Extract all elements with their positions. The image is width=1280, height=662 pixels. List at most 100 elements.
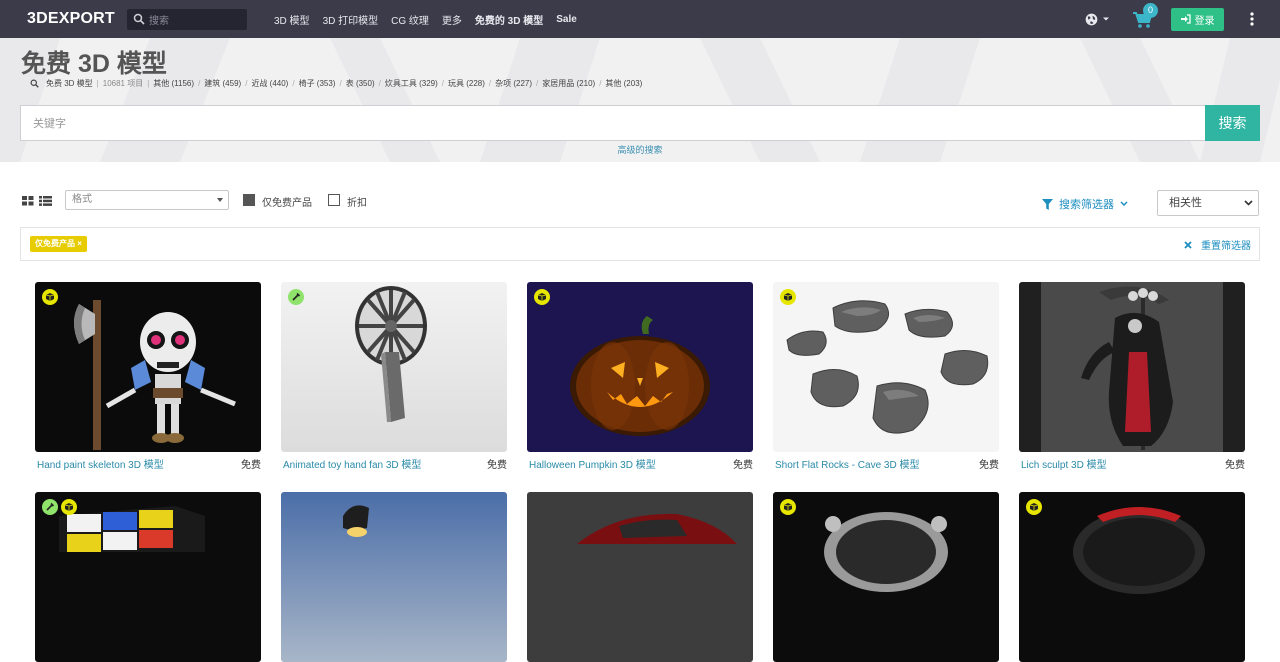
- product-title[interactable]: Short Flat Rocks - Cave 3D 模型: [775, 456, 919, 471]
- product-thumbnail[interactable]: [773, 282, 999, 452]
- keyword-search-input[interactable]: 关键字: [20, 105, 1205, 141]
- chevron-down-icon: [1103, 17, 1109, 21]
- close-icon: [1184, 240, 1192, 249]
- reset-filters-button[interactable]: 重置筛选器: [1184, 237, 1251, 252]
- search-filters-label: 搜索筛选器: [1059, 199, 1114, 211]
- cart-count-badge: 0: [1143, 3, 1158, 18]
- format-select-placeholder: 格式: [72, 194, 92, 205]
- search-icon: [133, 13, 145, 25]
- language-selector[interactable]: [1085, 13, 1110, 26]
- breadcrumb-separator: |: [96, 79, 99, 88]
- chevron-down-icon: [1244, 200, 1253, 206]
- product-title[interactable]: Lich sculpt 3D 模型: [1021, 456, 1107, 471]
- product-title[interactable]: Animated toy hand fan 3D 模型: [283, 456, 421, 471]
- breadcrumb-separator: /: [245, 79, 248, 88]
- nav-link-sale[interactable]: Sale: [556, 14, 577, 25]
- cart-button[interactable]: 0: [1132, 3, 1158, 30]
- nav-links: 3D 模型 3D 打印模型 CG 纹理 更多 免费的 3D 模型 Sale: [274, 12, 590, 27]
- breadcrumb-root[interactable]: 免费 3D 模型: [46, 78, 93, 89]
- product-thumbnail[interactable]: [527, 282, 753, 452]
- discount-label: 折扣: [347, 198, 367, 209]
- breadcrumb-separator: /: [599, 79, 602, 88]
- more-menu-button[interactable]: [1242, 9, 1262, 29]
- nav-link-cg-textures[interactable]: CG 纹理: [391, 12, 429, 27]
- breadcrumb: 免费 3D 模型 | 10681 项目 | 其他 (1156) / 建筑 (45…: [30, 78, 642, 89]
- pumpkin-preview-image: [527, 282, 753, 452]
- cube-icon: [534, 289, 550, 305]
- cube-icon: [1026, 499, 1042, 515]
- advanced-search-label[interactable]: 高级的搜索: [617, 145, 662, 155]
- page-title: 免费 3D 模型: [21, 50, 167, 78]
- active-filters-bar: 仅免费产品 × 重置筛选器: [20, 227, 1260, 261]
- product-price: 免费: [1225, 460, 1245, 471]
- format-select[interactable]: 格式: [65, 190, 229, 210]
- free-only-checkbox[interactable]: [243, 194, 255, 206]
- product-title[interactable]: Halloween Pumpkin 3D 模型: [529, 456, 656, 471]
- cube-icon: [61, 499, 77, 515]
- animated-icon: [42, 499, 58, 515]
- nav-link-3d-models[interactable]: 3D 模型: [274, 12, 310, 27]
- active-filter-tag[interactable]: 仅免费产品 ×: [30, 236, 87, 252]
- hero-section: 免费 3D 模型 免费 3D 模型 | 10681 项目 | 其他 (1156)…: [0, 38, 1280, 162]
- discount-checkbox[interactable]: [328, 194, 340, 206]
- sort-select-value: 相关性: [1169, 197, 1202, 209]
- product-thumbnail[interactable]: [281, 492, 507, 662]
- category-link[interactable]: 其他 (1156): [153, 78, 194, 89]
- product-thumbnail[interactable]: [1019, 492, 1245, 662]
- grid-view-icon[interactable]: [22, 196, 34, 206]
- skeleton-preview-image: [35, 282, 261, 452]
- breadcrumb-separator: /: [536, 79, 539, 88]
- product-price: 免费: [487, 460, 507, 471]
- breadcrumb-separator: /: [198, 79, 201, 88]
- login-label: 登录: [1194, 15, 1215, 27]
- breadcrumb-separator: |: [147, 79, 150, 88]
- category-link[interactable]: 家居用品 (210): [542, 78, 595, 89]
- nav-search-placeholder: 搜索: [149, 15, 169, 27]
- category-link[interactable]: 其他 (203): [605, 78, 642, 89]
- search-button[interactable]: 搜索: [1205, 105, 1260, 141]
- main-search-row: 关键字 搜索: [20, 105, 1260, 141]
- product-price: 免费: [979, 460, 999, 471]
- search-filters-toggle[interactable]: 搜索筛选器: [1042, 196, 1128, 212]
- rubiks-cube-preview-image: [35, 492, 261, 662]
- category-link[interactable]: 玩具 (228): [448, 78, 485, 89]
- top-navbar: 3DEXPORT 搜索 3D 模型 3D 打印模型 CG 纹理 更多 免费的 3…: [0, 0, 1280, 38]
- speaker-preview-image: [773, 492, 999, 662]
- nav-link-3d-print[interactable]: 3D 打印模型: [323, 12, 379, 27]
- category-link[interactable]: 表 (350): [346, 78, 375, 89]
- globe-icon: [1085, 13, 1098, 25]
- product-price: 免费: [733, 460, 753, 471]
- product-thumbnail[interactable]: [281, 282, 507, 452]
- results-toolbar: 格式 仅免费产品 折扣 搜索筛选器 相关性: [0, 188, 1280, 216]
- animated-icon: [288, 289, 304, 305]
- product-thumbnail[interactable]: [35, 282, 261, 452]
- product-title[interactable]: Hand paint skeleton 3D 模型: [37, 456, 164, 471]
- lich-preview-image: [1019, 282, 1245, 452]
- category-link[interactable]: 近战 (440): [251, 78, 288, 89]
- sort-select[interactable]: 相关性: [1157, 190, 1259, 216]
- site-logo[interactable]: 3DEXPORT: [27, 10, 125, 28]
- breadcrumb-separator: /: [292, 79, 295, 88]
- list-view-icon[interactable]: [39, 196, 52, 206]
- nav-right-group: 0 登录: [1085, 0, 1280, 38]
- filter-icon: [1042, 198, 1053, 210]
- sign-in-icon: [1180, 14, 1191, 24]
- category-link[interactable]: 椅子 (353): [299, 78, 336, 89]
- breadcrumb-separator: /: [488, 79, 492, 88]
- search-icon: [30, 79, 39, 88]
- product-thumbnail[interactable]: [773, 492, 999, 662]
- reset-filters-label: 重置筛选器: [1201, 241, 1251, 252]
- category-link[interactable]: 炊具工具 (329): [385, 78, 438, 89]
- category-link[interactable]: 建筑 (459): [204, 78, 241, 89]
- nav-link-free-models[interactable]: 免费的 3D 模型: [475, 12, 543, 27]
- nav-link-more[interactable]: 更多: [442, 12, 462, 27]
- product-thumbnail[interactable]: [1019, 282, 1245, 452]
- nav-search-input[interactable]: 搜索: [127, 8, 247, 30]
- breadcrumb-separator: /: [378, 79, 381, 88]
- login-button[interactable]: 登录: [1171, 7, 1224, 31]
- product-thumbnail[interactable]: [35, 492, 261, 662]
- advanced-search-link: 高级的搜索: [0, 143, 1280, 156]
- product-thumbnail[interactable]: [527, 492, 753, 662]
- category-link[interactable]: 杂项 (227): [495, 78, 532, 89]
- product-price: 免费: [241, 460, 261, 471]
